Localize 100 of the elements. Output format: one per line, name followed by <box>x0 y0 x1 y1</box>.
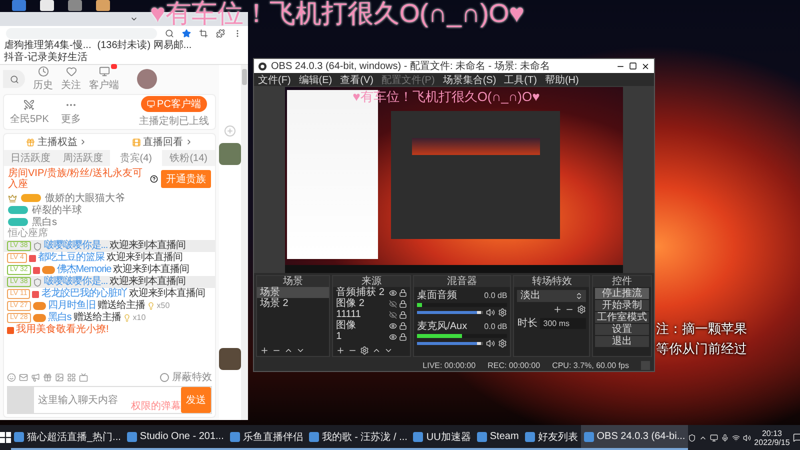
nav-item[interactable]: 客户端 <box>89 66 119 92</box>
notification-icon[interactable] <box>792 433 800 442</box>
control-button[interactable]: 停止推流 <box>595 288 649 299</box>
lightbulb-icon <box>146 302 155 310</box>
maximize-icon[interactable] <box>629 62 637 70</box>
speaker-icon[interactable] <box>486 308 496 317</box>
bookmark-link[interactable]: (136封未读) 网易邮... <box>97 40 192 52</box>
move-down-icon[interactable] <box>296 346 305 355</box>
source-name[interactable]: 音频捕获 2 <box>336 287 388 298</box>
chevron-down-icon[interactable] <box>130 15 138 23</box>
nav-item[interactable]: 历史 <box>33 66 53 92</box>
megaphone-icon[interactable] <box>31 372 40 382</box>
image-icon[interactable] <box>55 372 64 382</box>
taskbar-item[interactable]: 乐鱼直播伴侣 <box>226 425 306 450</box>
monitor-icon <box>147 100 156 108</box>
feature-item[interactable]: 全民5PK <box>10 98 49 126</box>
grid-icon[interactable] <box>67 372 76 382</box>
add-icon[interactable] <box>553 305 562 314</box>
menu-item[interactable]: 帮助(H) <box>544 72 579 86</box>
source-name[interactable]: 11111 <box>336 309 388 320</box>
scene-item[interactable]: 场景 <box>257 287 330 298</box>
lock-icon[interactable] <box>399 288 408 296</box>
speaker-icon[interactable] <box>743 434 752 442</box>
effects-checkbox[interactable] <box>160 372 169 382</box>
microphone-icon[interactable] <box>721 434 730 442</box>
badge-picture <box>219 143 241 165</box>
speaker-icon[interactable] <box>486 339 496 348</box>
source-name[interactable]: 1 <box>336 331 388 342</box>
move-up-icon[interactable] <box>284 346 293 355</box>
menu-item[interactable]: 场景集合(S) <box>442 72 496 86</box>
move-down-icon[interactable] <box>384 346 394 355</box>
settings-icon[interactable] <box>498 339 508 348</box>
menu-item[interactable]: 文件(F) <box>258 72 291 86</box>
control-button[interactable]: 设置 <box>595 324 649 335</box>
add-icon[interactable] <box>336 346 346 355</box>
search-button[interactable] <box>3 70 25 88</box>
menu-item[interactable]: 工具(T) <box>504 72 537 86</box>
dock-title: 转场特效 <box>514 276 590 287</box>
settings-icon[interactable] <box>498 308 508 317</box>
crop-icon[interactable] <box>199 28 208 38</box>
eye-icon[interactable] <box>389 288 398 296</box>
source-name[interactable]: 图像 <box>336 320 388 331</box>
network-icon[interactable] <box>732 434 740 442</box>
gift-icon[interactable] <box>43 372 52 382</box>
taskbar-item[interactable]: 猫心超活直播_热门... <box>11 425 124 450</box>
dock-title: 混音器 <box>414 276 510 287</box>
puzzle-icon[interactable] <box>216 28 225 38</box>
control-button[interactable]: 开始录制 <box>595 300 649 311</box>
add-icon[interactable] <box>260 346 269 355</box>
guest-name: 傲娇的大眼猫大爷 <box>45 192 125 204</box>
control-button[interactable]: 工作室模式 <box>595 312 649 323</box>
lock-icon[interactable] <box>399 310 408 318</box>
move-up-icon[interactable] <box>372 346 382 355</box>
settings-icon[interactable] <box>577 305 586 314</box>
eye-icon[interactable] <box>389 322 398 330</box>
rank-tab[interactable]: 贵宾(4) <box>110 150 162 166</box>
shield-icon <box>32 278 42 286</box>
permission-hint: 权限的弹幕 <box>131 400 181 413</box>
transition-select[interactable]: 淡出 <box>517 290 586 302</box>
taskbar-item[interactable]: Studio One - 201... <box>124 425 227 450</box>
mail-icon[interactable] <box>19 372 28 382</box>
monitor-icon[interactable] <box>710 434 718 442</box>
taskbar-item[interactable]: 我的歌 - 汪苏泷 / ... <box>306 425 410 450</box>
shield-icon[interactable] <box>688 434 696 442</box>
menu-item[interactable]: 查看(V) <box>340 72 374 86</box>
bookmark-link[interactable]: 虐狗推理第4集-慢... <box>4 40 92 52</box>
control-button[interactable]: 退出 <box>595 336 649 347</box>
eye-off-icon[interactable] <box>389 310 398 318</box>
lock-icon[interactable] <box>399 322 408 330</box>
tv-icon[interactable] <box>79 372 88 382</box>
anchor-link[interactable]: 主播权益 <box>26 135 88 149</box>
duration-field[interactable]: 300 ms <box>540 318 586 328</box>
anchor-link[interactable]: 直播回看 <box>132 135 193 149</box>
taskbar-item[interactable]: UU加速器 <box>410 425 474 450</box>
search-icon <box>10 74 18 84</box>
zoom-icon[interactable] <box>165 28 174 38</box>
source-name[interactable]: 图像 2 <box>336 298 388 309</box>
message-text: 欢迎来到本直播间 <box>110 240 186 252</box>
status-text: LIVE: 00:00:00 <box>422 360 476 370</box>
lock-icon[interactable] <box>399 300 408 308</box>
scene-item[interactable]: 场景 2 <box>257 298 330 309</box>
lock-icon[interactable] <box>399 332 408 340</box>
eye-icon[interactable] <box>389 332 398 340</box>
avatar[interactable] <box>137 69 157 89</box>
emoji-icon[interactable] <box>7 372 16 382</box>
monitor-icon <box>98 66 110 77</box>
settings-icon[interactable] <box>360 346 370 355</box>
feature-item[interactable]: 更多 <box>60 98 81 126</box>
message-text: 欢迎来到本直播间 <box>128 288 205 300</box>
close-icon[interactable] <box>641 62 650 70</box>
taskbar-item[interactable]: Steam <box>474 425 522 450</box>
eye-off-icon[interactable] <box>389 300 398 308</box>
window-title: OBS 24.0.3 (64-bit, windows) - 配置文件: 未命名 - 场景: 未命名 <box>271 60 551 73</box>
dock-title: 来源 <box>333 276 410 287</box>
bookmark-link[interactable]: 抖音-记录美好生活 <box>4 52 88 64</box>
duration-label: 时长 <box>517 316 538 330</box>
clock[interactable]: 20:13 2022/9/15 <box>754 428 790 446</box>
taskbar-item[interactable]: OBS 24.0.3 (64-bi... <box>580 425 688 450</box>
menu-item[interactable]: 编辑(E) <box>298 72 332 86</box>
star-icon[interactable] <box>182 28 191 38</box>
